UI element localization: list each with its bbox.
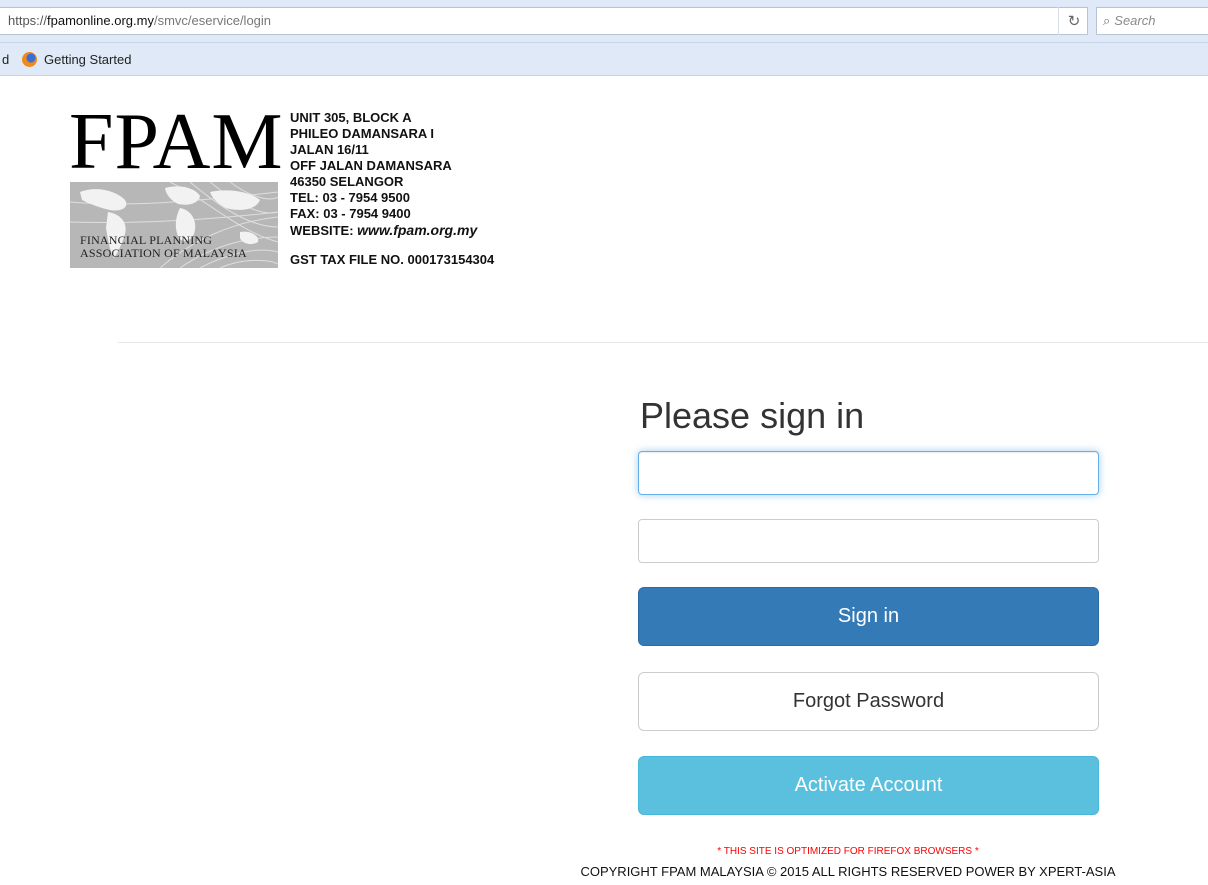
address-line: TEL: 03 - 7954 9500 <box>290 190 410 205</box>
activate-account-label: Activate Account <box>794 774 943 796</box>
activate-account-button[interactable]: Activate Account <box>638 756 1099 815</box>
url-host: fpamonline.org.my <box>47 13 154 28</box>
gst-number: GST TAX FILE NO. 000173154304 <box>290 252 495 267</box>
address-line: FAX: 03 - 7954 9400 <box>290 206 411 221</box>
url-path: /smvc/eservice/login <box>153 13 272 28</box>
browser-toolbar: https://fpamonline.org.my/smvc/eservice/… <box>0 0 1208 43</box>
address-line: JALAN 16/11 <box>290 142 369 157</box>
address-bar[interactable]: https://fpamonline.org.my/smvc/eservice/… <box>0 7 1088 35</box>
company-address: UNIT 305, BLOCK A PHILEO DAMANSARA I JAL… <box>290 110 494 268</box>
address-line: UNIT 305, BLOCK A <box>290 110 412 125</box>
logo-wordmark: FPAM <box>69 98 284 186</box>
bookmark-getting-started[interactable]: Getting Started <box>22 50 131 68</box>
reload-icon[interactable]: ↻ <box>1058 7 1089 35</box>
sign-in-label: Sign in <box>837 605 900 627</box>
forgot-password-label: Forgot Password <box>792 690 945 712</box>
bookmarks-toolbar: d Getting Started <box>0 43 1208 76</box>
copyright-text: COPYRIGHT FPAM MALAYSIA © 2015 ALL RIGHT… <box>580 864 1116 879</box>
browser-search-input[interactable]: ⌕ Search <box>1096 7 1208 35</box>
url-scheme: https:// <box>8 13 48 28</box>
browser-notice: * THIS SITE IS OPTIMIZED FOR FIREFOX BRO… <box>717 846 979 857</box>
world-map-graphic: FINANCIAL PLANNING ASSOCIATION OF MALAYS… <box>70 182 278 268</box>
logo-tagline: FINANCIAL PLANNING ASSOCIATION OF MALAYS… <box>80 234 247 260</box>
sign-in-button[interactable]: Sign in <box>638 587 1099 646</box>
firefox-icon <box>22 51 37 67</box>
bookmark-label: Getting Started <box>44 51 132 67</box>
address-line: OFF JALAN DAMANSARA <box>290 158 452 173</box>
bookmark-partial[interactable]: d <box>2 52 9 67</box>
website-label: WEBSITE: <box>290 223 358 238</box>
logo-tagline-line2: ASSOCIATION OF MALAYSIA <box>80 246 247 260</box>
header-divider <box>118 342 1208 343</box>
address-line: 46350 SELANGOR <box>290 174 404 189</box>
forgot-password-button[interactable]: Forgot Password <box>638 672 1099 731</box>
address-line: PHILEO DAMANSARA I <box>290 126 434 141</box>
password-input[interactable] <box>638 519 1099 563</box>
search-icon: ⌕ <box>1103 13 1111 28</box>
search-placeholder: Search <box>1114 13 1156 28</box>
website-line: WEBSITE: www.fpam.org.my <box>290 222 494 239</box>
website-url: www.fpam.org.my <box>357 222 478 238</box>
username-input[interactable] <box>638 451 1099 495</box>
fpam-logo: FPAM FINANCIAL PLANNING ASSOCIATION OF M… <box>69 98 284 270</box>
page-title: Please sign in <box>640 395 865 436</box>
